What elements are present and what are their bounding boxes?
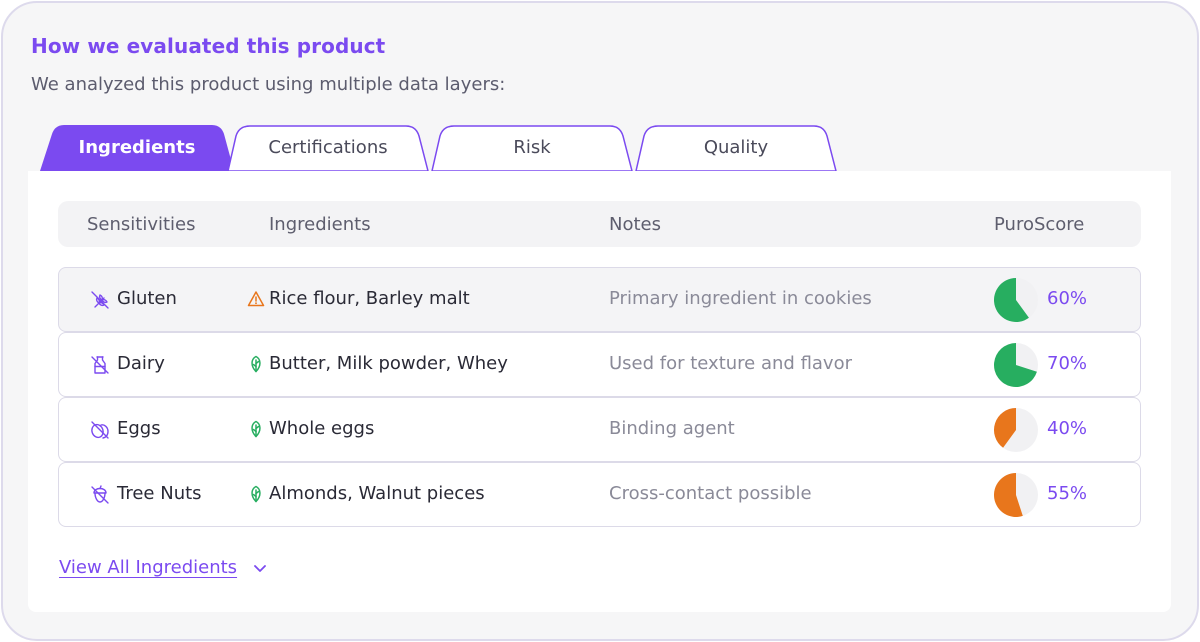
tab-ingredients-label: Ingredients (78, 137, 196, 158)
tab-quality[interactable]: Quality (634, 124, 838, 172)
leaf-icon (251, 485, 261, 503)
tab-quality-label: Quality (703, 137, 769, 158)
section-title: How we evaluated this product (31, 34, 386, 58)
score-value: 60% (1047, 288, 1088, 309)
sensitivity-label: Dairy (117, 353, 165, 374)
ingredients-text: Butter, Milk powder, Whey (269, 353, 508, 374)
sensitivity-label: Tree Nuts (117, 483, 202, 504)
score-pie (994, 408, 1038, 452)
note-text: Primary ingredient in cookies (609, 288, 872, 309)
ingredients-text: Whole eggs (269, 418, 375, 439)
tab-certifications[interactable]: Certifications (226, 124, 430, 172)
note-text: Used for texture and flavor (609, 353, 852, 374)
ingredients-text: Rice flour, Barley malt (269, 288, 470, 309)
column-header-ingredients: Ingredients (269, 214, 371, 235)
milk-off-icon (91, 356, 109, 374)
note-text: Binding agent (609, 418, 735, 439)
sensitivity-label: Eggs (117, 418, 161, 439)
score-value: 55% (1047, 483, 1088, 504)
tab-risk[interactable]: Risk (430, 124, 634, 172)
tab-risk-label: Risk (513, 137, 551, 158)
table-row[interactable]: Eggs Whole eggs Binding agent 40% (58, 397, 1141, 462)
tab-ingredients[interactable]: Ingredients (40, 124, 234, 172)
ingredients-text: Almonds, Walnut pieces (269, 483, 485, 504)
column-header-puroscore: PuroScore (994, 214, 1085, 235)
score-pie (994, 278, 1038, 322)
note-text: Cross-contact possible (609, 483, 812, 504)
leaf-icon (251, 355, 261, 373)
section-subtitle: We analyzed this product using multiple … (31, 74, 506, 95)
table-header: Sensitivities Ingredients Notes PuroScor… (58, 201, 1141, 247)
score-pie (994, 473, 1038, 517)
tab-bar: Ingredients Certifications Risk Quality (0, 124, 1200, 172)
column-header-sensitivities: Sensitivities (87, 214, 196, 235)
ingredients-panel: Sensitivities Ingredients Notes PuroScor… (28, 171, 1171, 612)
sensitivity-label: Gluten (117, 288, 177, 309)
score-pie (994, 343, 1038, 387)
score-value: 40% (1047, 418, 1088, 439)
chevron-down-icon[interactable] (251, 563, 269, 575)
view-all-ingredients-link[interactable]: View All Ingredients (59, 557, 237, 578)
column-header-notes: Notes (609, 214, 661, 235)
warning-icon (247, 291, 265, 307)
wheat-off-icon (91, 291, 109, 309)
table-row[interactable]: Gluten Rice flour, Barley malt Primary i… (58, 267, 1141, 332)
nut-off-icon (91, 485, 109, 504)
leaf-icon (251, 420, 261, 438)
table-row[interactable]: Dairy Butter, Milk powder, Whey Used for… (58, 332, 1141, 397)
table-row[interactable]: Tree Nuts Almonds, Walnut pieces Cross-c… (58, 462, 1141, 527)
score-value: 70% (1047, 353, 1088, 374)
egg-off-icon (91, 421, 109, 439)
tab-certifications-label: Certifications (268, 137, 388, 158)
